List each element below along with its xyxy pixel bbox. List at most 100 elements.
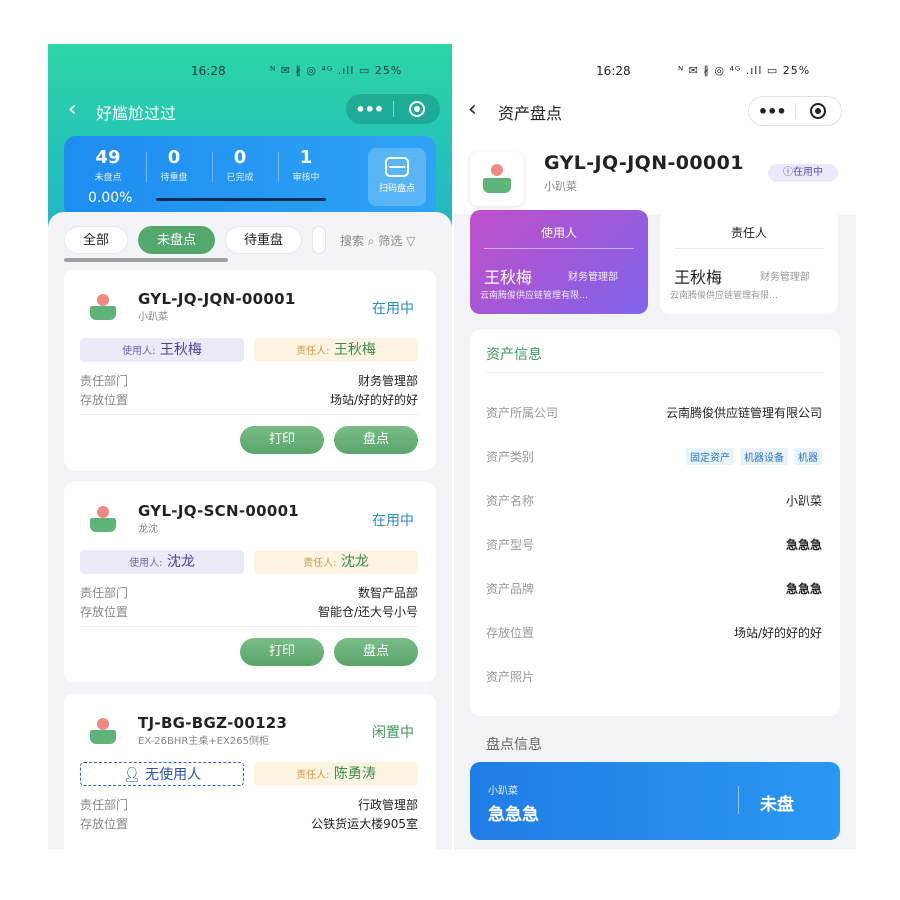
back-icon[interactable]: ‹ xyxy=(68,98,77,122)
close-target-icon[interactable] xyxy=(394,101,441,117)
info-row-company: 资产所属公司 云南腾俊供应链管理有限公司 xyxy=(486,404,822,421)
asset-code: GYL-JQ-JQN-00001 xyxy=(138,290,296,308)
owner-company: 云南腾俊供应链管理有限… xyxy=(670,291,779,301)
tab-unchecked[interactable]: 未盘点 xyxy=(138,226,216,254)
dept-value: 数智产品部 xyxy=(357,586,418,600)
tabs-scrollbar[interactable] xyxy=(64,258,228,262)
tab-all[interactable]: 全部 xyxy=(64,226,129,254)
check-model: 急急急 xyxy=(488,805,539,825)
user-name: 沈龙 xyxy=(166,554,195,570)
info-label: 存放位置 xyxy=(486,626,535,640)
more-icon[interactable]: ••• xyxy=(749,102,795,121)
search-filter[interactable]: 搜索 ⌕ 筛选 ▽ xyxy=(340,232,415,249)
user-dept: 财务管理部 xyxy=(568,272,618,283)
info-label: 资产品牌 xyxy=(486,582,535,596)
dept-value: 行政管理部 xyxy=(357,798,418,812)
mini-program-capsule: ••• xyxy=(748,96,842,126)
category-tags: 固定资产 机器设备 机器 xyxy=(680,448,822,465)
user-company: 云南腾俊供应链管理有限… xyxy=(480,291,589,301)
location-value: 智能仓/还大号小号 xyxy=(317,605,418,619)
asset-header: GYL-JQ-JQN-00001 小趴菜 ⓘ在用中 xyxy=(454,138,856,214)
info-value: 急急急 xyxy=(785,582,822,596)
divider xyxy=(674,248,824,249)
print-button[interactable]: 打印 xyxy=(240,426,324,454)
section-title: 资产信息 xyxy=(486,347,542,363)
user-chip: 使用人: 沈龙 xyxy=(80,550,244,574)
asset-name: 小趴菜 xyxy=(138,312,168,323)
asset-check-detail-screen: 16:28 ᴺ ✉ ∦ ◎ ⁴ᴳ .ıll ▭ 25% ‹ 资产盘点 ••• G… xyxy=(454,44,856,850)
more-icon[interactable]: ••• xyxy=(346,100,393,119)
info-row-name: 资产名称 小趴菜 xyxy=(486,492,822,509)
tab-more[interactable] xyxy=(312,226,327,254)
info-label: 资产所属公司 xyxy=(486,406,559,420)
no-user-text: 无使用人 xyxy=(145,767,202,783)
info-value: 小趴菜 xyxy=(785,494,822,508)
asset-name: 龙沈 xyxy=(138,524,158,535)
dept-label: 责任部门 xyxy=(80,374,129,388)
user-name: 王秋梅 xyxy=(159,342,202,358)
stat-unchecked[interactable]: 49 未盘点 xyxy=(78,147,138,184)
status-icons: ᴺ ✉ ∦ ◎ ⁴ᴳ .ıll ▭ 25% xyxy=(270,64,403,77)
stat-label: 审核中 xyxy=(292,173,320,183)
status-bar: 16:28 ᴺ ✉ ∦ ◎ ⁴ᴳ .ıll ▭ 25% xyxy=(48,44,452,100)
stat-reviewing[interactable]: 1 审核中 xyxy=(276,148,336,184)
info-row-location: 存放位置 场站/好的好的好 xyxy=(486,624,822,641)
location-row: 存放位置 公铁货运大楼905室 xyxy=(80,815,418,832)
dept-label: 责任部门 xyxy=(80,798,129,812)
owner-card[interactable]: 责任人 王秋梅 财务管理部 云南腾俊供应链管理有限… xyxy=(660,210,838,314)
owner-dept: 财务管理部 xyxy=(760,272,810,283)
owner-prefix: 责任人: xyxy=(296,346,330,357)
info-label: 资产名称 xyxy=(486,494,535,508)
info-row-category: 资产类别 固定资产 机器设备 机器 xyxy=(486,448,822,465)
asset-basket-icon xyxy=(90,718,116,744)
stat-label: 已完成 xyxy=(226,173,254,183)
asset-info-card: 资产信息 资产所属公司 云南腾俊供应链管理有限公司 资产类别 固定资产 机器设备机… xyxy=(470,330,840,716)
person-icon: 👤︎ xyxy=(122,767,146,783)
page-title: 资产盘点 xyxy=(498,104,563,123)
category-tag: 机器设备 xyxy=(740,448,788,465)
stat-completed[interactable]: 0 已完成 xyxy=(210,147,270,184)
mini-program-capsule: ••• xyxy=(346,94,440,124)
nav-bar: ‹ 好尴尬过过 ••• xyxy=(48,94,452,130)
check-button[interactable]: 盘点 xyxy=(334,426,418,454)
user-name: 王秋梅 xyxy=(484,268,533,287)
check-button[interactable]: 盘点 xyxy=(334,638,418,666)
scan-check-button[interactable]: 扫码盘点 xyxy=(368,148,426,206)
scan-label: 扫码盘点 xyxy=(378,184,415,194)
asset-code: GYL-JQ-SCN-00001 xyxy=(138,502,300,520)
info-label: 资产型号 xyxy=(486,538,535,552)
asset-card[interactable]: GYL-JQ-JQN-00001 小趴菜 在用中 使用人: 王秋梅 责任人: 王… xyxy=(64,270,436,470)
location-label: 存放位置 xyxy=(80,817,129,831)
info-value: 云南腾俊供应链管理有限公司 xyxy=(665,406,822,420)
close-target-icon[interactable] xyxy=(796,103,842,119)
category-tag: 固定资产 xyxy=(686,448,734,465)
page-title: 好尴尬过过 xyxy=(96,104,177,123)
dept-value: 财务管理部 xyxy=(357,374,418,388)
stat-number: 49 xyxy=(95,147,121,168)
owner-prefix: 责任人: xyxy=(303,558,337,569)
tab-recheck[interactable]: 待重盘 xyxy=(225,226,303,254)
dept-row: 责任部门 数智产品部 xyxy=(80,584,418,601)
asset-card[interactable]: GYL-JQ-SCN-00001 龙沈 在用中 使用人: 沈龙 责任人: 沈龙 … xyxy=(64,482,436,682)
asset-name: EX-26BHR主桌+EX265侧柜 xyxy=(138,736,269,747)
scan-icon xyxy=(385,157,409,177)
asset-card[interactable]: TJ-BG-BGZ-00123 EX-26BHR主桌+EX265侧柜 闲置中 👤… xyxy=(64,694,436,850)
check-record-card[interactable]: 小趴菜 急急急 未盘 xyxy=(470,762,840,840)
print-button[interactable]: 打印 xyxy=(240,638,324,666)
asset-name: 小趴菜 xyxy=(544,180,577,193)
user-card[interactable]: 使用人 王秋梅 财务管理部 云南腾俊供应链管理有限… xyxy=(470,210,648,314)
status-badge: ⓘ在用中 xyxy=(768,164,838,182)
stat-number: 0 xyxy=(233,147,247,168)
dept-row: 责任部门 行政管理部 xyxy=(80,796,418,813)
stat-label: 未盘点 xyxy=(94,173,122,183)
location-value: 场站/好的好的好 xyxy=(329,393,418,407)
owner-chip: 责任人: 王秋梅 xyxy=(254,338,418,362)
location-label: 存放位置 xyxy=(80,393,129,407)
asset-list: 全部 未盘点 待重盘 搜索 ⌕ 筛选 ▽ GYL-JQ-JQN-00001 小趴… xyxy=(48,212,452,850)
status-time: 16:28 xyxy=(191,64,226,78)
status-badge: 在用中 xyxy=(372,513,414,529)
back-icon[interactable]: ‹ xyxy=(468,98,477,122)
divider xyxy=(486,372,824,373)
stat-recheck[interactable]: 0 待重盘 xyxy=(144,148,204,184)
owner-card-title: 责任人 xyxy=(730,226,767,240)
